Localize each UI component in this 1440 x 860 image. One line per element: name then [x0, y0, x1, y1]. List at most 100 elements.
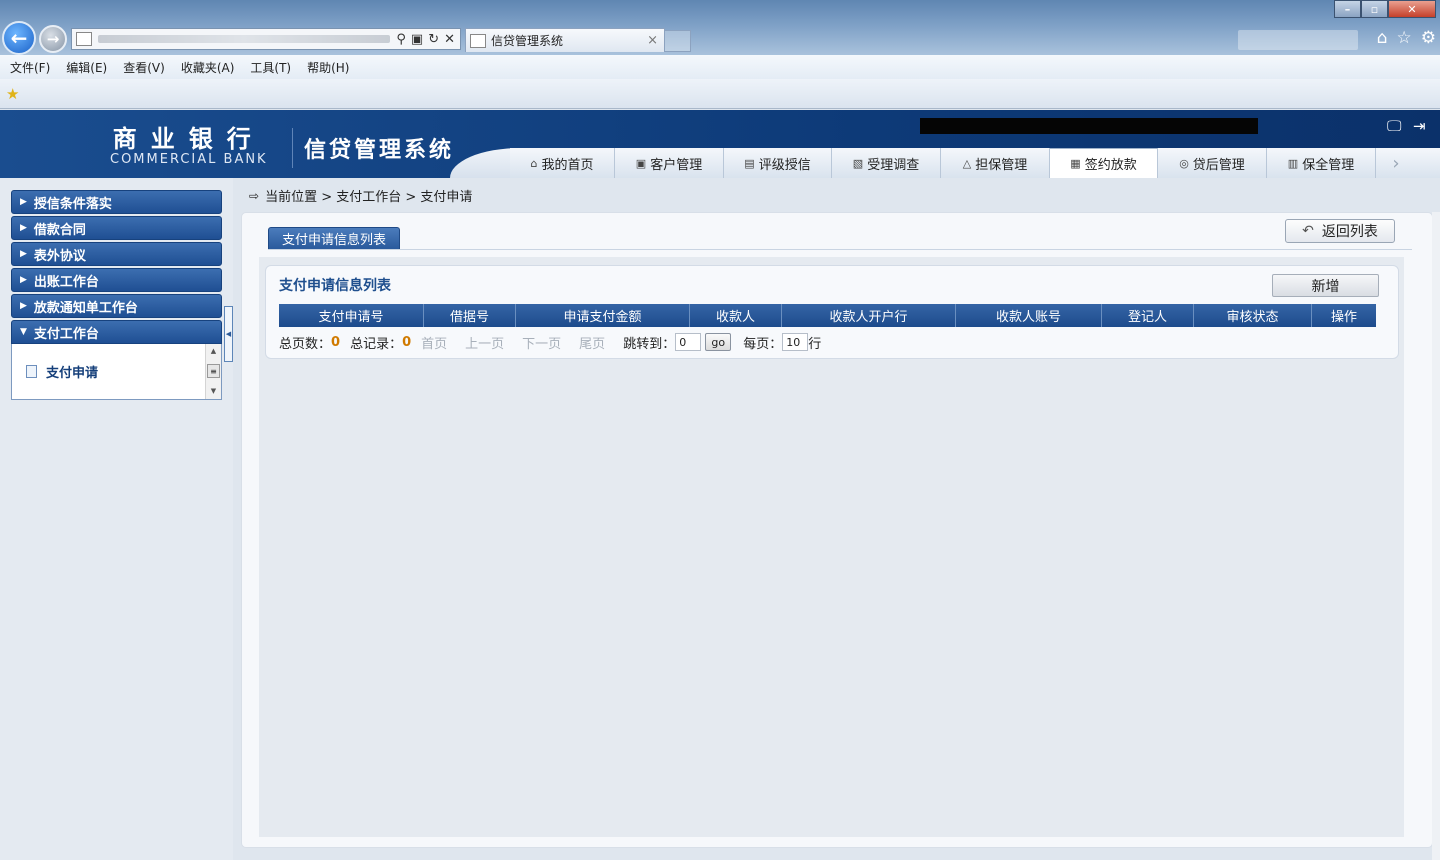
location-icon: ⇨ [249, 188, 260, 203]
nav-home[interactable]: ⌂ 我的首页 [510, 148, 615, 178]
jump-page-input[interactable]: 0 [675, 333, 702, 351]
scroll-up-icon[interactable]: ▲ [206, 344, 221, 358]
total-pages-value: 0 [331, 334, 341, 350]
sidebar-item-payment[interactable]: ▼ 支付工作台 [11, 320, 222, 344]
total-records-value: 0 [402, 334, 412, 350]
new-tab-button[interactable] [665, 30, 691, 52]
per-page-input[interactable]: 10 [782, 333, 809, 351]
table-header: 支付申请号 借据号 申请支付金额 收款人 收款人开户行 收款人账号 登记人 审核… [279, 304, 1376, 327]
close-window-button[interactable]: ✕ [1388, 0, 1436, 18]
menu-file[interactable]: 文件(F) [10, 59, 50, 76]
first-page-link[interactable]: 首页 [421, 333, 447, 352]
caret-down-icon: ▼ [20, 327, 27, 337]
back-arrow-icon[interactable]: ← [2, 21, 36, 55]
tab-payment-request-list[interactable]: 支付申请信息列表 [268, 227, 400, 249]
menu-favorites[interactable]: 收藏夹(A) [181, 59, 235, 76]
submenu-scrollbar[interactable]: ▲ ≡ ▼ [205, 344, 221, 399]
sidebar-item-label: 放款通知单工作台 [33, 300, 138, 316]
tab-title: 信贷管理系统 [491, 34, 564, 48]
col-request-no[interactable]: 支付申请号 [279, 304, 424, 327]
nav-label: 我的首页 [541, 157, 594, 173]
scroll-thumb[interactable]: ≡ [207, 364, 220, 378]
nav-post-loan[interactable]: ◎ 贷后管理 [1158, 148, 1267, 178]
tab-close-icon[interactable]: × [647, 33, 658, 48]
col-review-status[interactable]: 审核状态 [1194, 304, 1312, 327]
add-button[interactable]: 新增 [1272, 274, 1379, 297]
menu-tools[interactable]: 工具(T) [250, 59, 291, 76]
favorites-star-icon[interactable]: ☆ [1397, 28, 1412, 48]
sidebar-item-loan-notice[interactable]: ▶ 放款通知单工作台 [11, 294, 222, 318]
pager: 总页数： 0 总记录： 0 首页 上一页 下一页 尾页 跳转到： 0 go 每页… [279, 332, 821, 352]
maximize-button[interactable]: ▫ [1361, 0, 1388, 18]
collapse-sidebar-icon[interactable]: ◀ [224, 306, 233, 362]
home-icon: ⌂ [530, 156, 538, 170]
nav-customer[interactable]: ▣ 客户管理 [615, 148, 724, 178]
jump-label: 跳转到： [623, 336, 676, 352]
return-arrow-icon: ↶ [1302, 223, 1314, 239]
browser-tab[interactable]: 信贷管理系统 × [465, 28, 665, 52]
next-page-link[interactable]: 下一页 [522, 333, 561, 352]
sidebar-item-label: 出账工作台 [33, 274, 99, 290]
sidebar-submenu: 支付申请 ▲ ≡ ▼ [11, 344, 222, 400]
menu-edit[interactable]: 编辑(E) [66, 59, 107, 76]
sidebar-subitem-label: 支付申请 [46, 366, 99, 381]
monitor-icon[interactable]: 🖵 [1387, 117, 1401, 135]
back-to-list-button[interactable]: ↶ 返回列表 [1285, 219, 1395, 243]
app-header: 商业银行 COMMERCIAL BANK 信贷管理系统 🖵 ⇥ ⌂ 我的首页 ▣ 客… [0, 110, 1440, 178]
col-iou-no[interactable]: 借据号 [424, 304, 516, 327]
scroll-down-icon[interactable]: ▼ [206, 384, 221, 398]
sidebar-item-off-balance[interactable]: ▶ 表外协议 [11, 242, 222, 266]
col-amount[interactable]: 申请支付金额 [516, 304, 690, 327]
sidebar-item-disbursement[interactable]: ▶ 出账工作台 [11, 268, 222, 292]
caret-right-icon: ▶ [20, 275, 27, 285]
search-icon[interactable]: ⚲ [396, 32, 406, 47]
last-page-link[interactable]: 尾页 [579, 333, 605, 352]
nav-survey[interactable]: ▧ 受理调查 [832, 148, 941, 178]
sidebar-item-label: 支付工作台 [33, 326, 99, 342]
chevron-right-icon[interactable]: › [1376, 148, 1416, 178]
nav-bar: ⌂ 我的首页 ▣ 客户管理 ▤ 评级授信 ▧ 受理调查 △ 担保管理 ▦ 签约放款 ◎ 贷后管… [510, 148, 1440, 178]
sidebar-item-credit-conditions[interactable]: ▶ 授信条件落实 [11, 190, 222, 214]
home-icon[interactable]: ⌂ [1377, 28, 1388, 48]
nav-rating[interactable]: ▤ 评级授信 [724, 148, 832, 178]
sidebar-item-label: 表外协议 [33, 248, 86, 264]
add-favorite-star-icon[interactable]: ★ [6, 85, 19, 103]
go-button[interactable]: go [705, 333, 732, 351]
compat-icon[interactable]: ▣ [411, 32, 423, 47]
total-records-label: 总记录： [350, 336, 403, 352]
minimize-button[interactable]: – [1334, 0, 1361, 18]
nav-preservation[interactable]: ▥ 保全管理 [1267, 148, 1376, 178]
logo-en: COMMERCIAL BANK [110, 152, 268, 167]
page-scrollbar[interactable] [1432, 212, 1440, 860]
rating-icon: ▤ [744, 156, 755, 170]
logout-icon[interactable]: ⇥ [1413, 117, 1426, 135]
col-payee-account[interactable]: 收款人账号 [956, 304, 1102, 327]
col-operation[interactable]: 操作 [1312, 304, 1376, 327]
guarantee-icon: △ [962, 156, 972, 170]
col-registrant[interactable]: 登记人 [1102, 304, 1194, 327]
bank-logo: 商业银行 COMMERCIAL BANK [110, 126, 268, 167]
prev-page-link[interactable]: 上一页 [465, 333, 504, 352]
sidebar-subitem-payment-request[interactable]: 支付申请 [26, 362, 98, 381]
url-text [98, 35, 391, 43]
nav-guarantee[interactable]: △ 担保管理 [941, 148, 1050, 178]
per-page-label: 每页： [743, 336, 783, 352]
sidebar-item-loan-contract[interactable]: ▶ 借款合同 [11, 216, 222, 240]
window-controls: – ▫ ✕ [1334, 0, 1436, 18]
caret-right-icon: ▶ [20, 301, 27, 311]
forward-arrow-icon[interactable]: → [39, 25, 67, 53]
stop-icon[interactable]: ✕ [444, 32, 455, 47]
menu-view[interactable]: 查看(V) [123, 59, 165, 76]
gear-icon[interactable]: ⚙ [1421, 28, 1436, 48]
survey-icon: ▧ [852, 156, 864, 170]
address-bar[interactable]: ⚲ ▣ ↻ ✕ [71, 28, 461, 50]
browser-search-box[interactable] [1238, 30, 1358, 50]
browser-tools: ⌂ ☆ ⚙ [1377, 28, 1436, 48]
browser-menu-bar: 文件(F) 编辑(E) 查看(V) 收藏夹(A) 工具(T) 帮助(H) [0, 55, 1440, 79]
col-payee-bank[interactable]: 收款人开户行 [782, 304, 956, 327]
tab-underline [268, 249, 1412, 250]
menu-help[interactable]: 帮助(H) [307, 59, 349, 76]
refresh-icon[interactable]: ↻ [428, 32, 439, 47]
nav-contract[interactable]: ▦ 签约放款 [1050, 148, 1158, 178]
col-payee[interactable]: 收款人 [690, 304, 782, 327]
